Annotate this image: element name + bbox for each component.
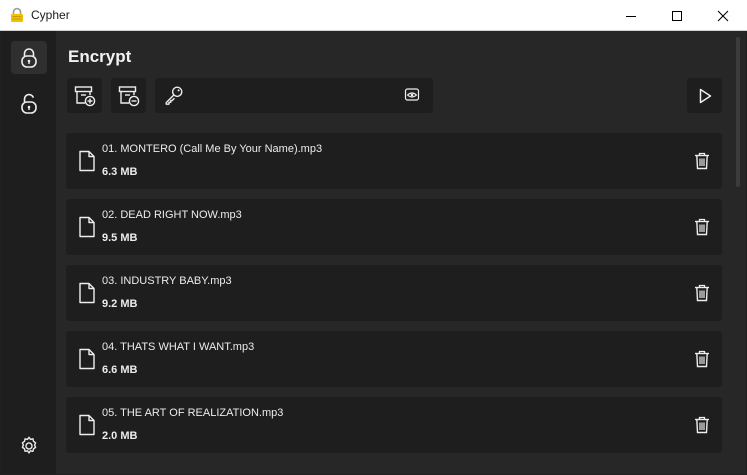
document-icon xyxy=(78,282,96,309)
maximize-icon xyxy=(672,10,682,21)
trash-icon[interactable] xyxy=(692,217,712,237)
file-item[interactable]: 01. MONTERO (Call Me By Your Name).mp3 6… xyxy=(66,133,722,189)
file-size: 6.6 MB xyxy=(102,364,138,376)
document-icon xyxy=(78,216,96,243)
document-icon xyxy=(78,414,96,441)
file-name: 01. MONTERO (Call Me By Your Name).mp3 xyxy=(102,143,323,155)
main-panel: Encrypt 01. MONTERO (Call Me By Your Nam… xyxy=(56,31,746,474)
add-files-button[interactable] xyxy=(67,78,102,113)
remove-files-button[interactable] xyxy=(111,78,146,113)
lock-icon xyxy=(21,47,37,68)
title-bar: Cypher xyxy=(0,0,747,31)
maximize-button[interactable] xyxy=(654,0,700,31)
file-size: 9.2 MB xyxy=(102,298,138,310)
key-icon xyxy=(163,84,185,111)
scrollbar[interactable] xyxy=(736,31,742,474)
file-name: 02. DEAD RIGHT NOW.mp3 xyxy=(102,209,242,221)
window-title: Cypher xyxy=(31,8,70,22)
file-size: 9.5 MB xyxy=(102,232,138,244)
key-field xyxy=(155,78,433,113)
close-button[interactable] xyxy=(700,0,746,31)
minimize-icon xyxy=(626,15,636,17)
sidebar xyxy=(1,31,56,474)
page-title: Encrypt xyxy=(68,47,132,66)
key-input[interactable] xyxy=(195,78,395,113)
close-icon xyxy=(717,10,729,21)
sidebar-item-decrypt[interactable] xyxy=(11,87,47,120)
gear-icon xyxy=(21,436,37,454)
trash-icon[interactable] xyxy=(692,283,712,303)
file-name: 05. THE ART OF REALIZATION.mp3 xyxy=(102,407,284,419)
file-item[interactable]: 04. THATS WHAT I WANT.mp3 6.6 MB xyxy=(66,331,722,387)
document-icon xyxy=(78,150,96,177)
archive-remove-icon xyxy=(118,85,139,106)
unlock-icon xyxy=(21,93,37,114)
minimize-button[interactable] xyxy=(608,0,654,31)
play-icon xyxy=(699,88,711,103)
file-item[interactable]: 05. THE ART OF REALIZATION.mp3 2.0 MB xyxy=(66,397,722,453)
file-name: 03. INDUSTRY BABY.mp3 xyxy=(102,275,232,287)
reveal-password-icon[interactable] xyxy=(404,87,420,108)
file-item[interactable]: 03. INDUSTRY BABY.mp3 9.2 MB xyxy=(66,265,722,321)
archive-add-icon xyxy=(74,85,95,106)
scroll-thumb[interactable] xyxy=(736,37,740,187)
file-list: 01. MONTERO (Call Me By Your Name).mp3 6… xyxy=(66,133,722,463)
trash-icon[interactable] xyxy=(692,151,712,171)
sidebar-item-encrypt[interactable] xyxy=(11,41,47,74)
file-size: 2.0 MB xyxy=(102,430,138,442)
trash-icon[interactable] xyxy=(692,349,712,369)
file-item[interactable]: 02. DEAD RIGHT NOW.mp3 9.5 MB xyxy=(66,199,722,255)
trash-icon[interactable] xyxy=(692,415,712,435)
sidebar-item-settings[interactable] xyxy=(11,429,47,462)
file-name: 04. THATS WHAT I WANT.mp3 xyxy=(102,341,255,353)
run-button[interactable] xyxy=(687,78,722,113)
file-size: 6.3 MB xyxy=(102,166,138,178)
padlock-icon xyxy=(9,7,25,23)
document-icon xyxy=(78,348,96,375)
